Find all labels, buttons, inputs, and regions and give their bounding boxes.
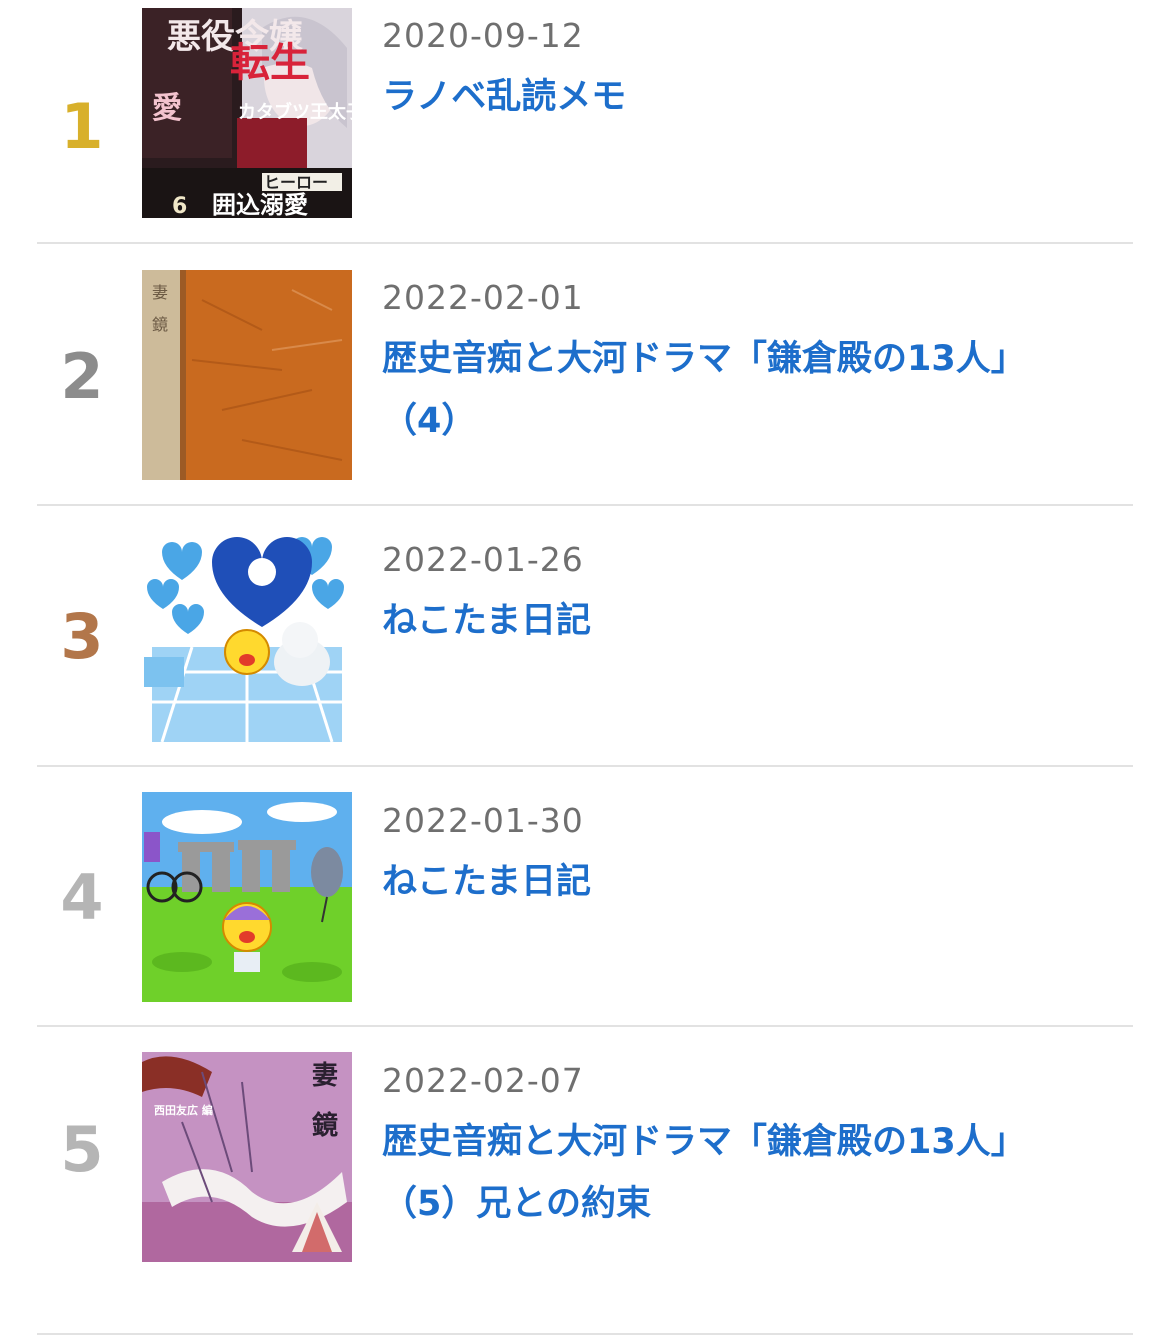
azuma-kagami-cover-thumbnail: 妻 鏡 西田友広 編 [142, 1052, 352, 1262]
svg-text:ヒーロー: ヒーロー [264, 173, 328, 192]
post-date: 2022-02-01 [382, 278, 584, 317]
svg-text:転生: 転生 [230, 40, 310, 86]
article-thumbnail[interactable]: 悪役令嬢 転生 カタブツ王太子 愛 ヒーロー 6 囲込溺愛 [142, 8, 352, 218]
title-line-1: ラノベ乱読メモ [382, 77, 627, 117]
ranking-item-1[interactable]: 1 悪役令嬢 転生 カタブツ王太子 愛 ヒーロー 6 囲込溺愛 2020-09-… [0, 0, 1167, 239]
rank-number: 5 [60, 1113, 104, 1186]
rank-number: 3 [60, 600, 104, 673]
svg-text:カタブツ王太子: カタブツ王太子 [238, 101, 352, 123]
ranking-item-2[interactable]: 2 妻 鏡 2022-02-01 歴史音痴と大河ドラマ「鎌倉殿の13人」 （4） [0, 244, 1167, 505]
svg-text:妻: 妻 [152, 283, 168, 302]
post-date: 2020-09-12 [382, 16, 584, 55]
svg-text:愛: 愛 [152, 91, 182, 126]
article-thumbnail[interactable] [142, 532, 352, 742]
title-line-2: （4） [382, 401, 477, 441]
article-title-link[interactable]: 歴史音痴と大河ドラマ「鎌倉殿の13人」 （5）兄との約束 [382, 1111, 1102, 1235]
svg-text:鏡: 鏡 [152, 315, 168, 334]
article-thumbnail[interactable] [142, 792, 352, 1002]
ranking-item-4[interactable]: 4 2022-01-30 ねこたま日記 [0, 767, 1167, 1028]
post-date: 2022-01-30 [382, 801, 584, 840]
title-line-1: ねこたま日記 [382, 601, 591, 641]
title-line-1: 歴史音痴と大河ドラマ「鎌倉殿の13人」 [382, 339, 1026, 379]
article-thumbnail[interactable]: 妻 鏡 [142, 270, 352, 480]
divider [37, 1333, 1133, 1335]
title-line-2: （5）兄との約束 [382, 1184, 652, 1224]
svg-text:囲込溺愛: 囲込溺愛 [212, 191, 308, 218]
svg-text:鏡: 鏡 [312, 1110, 338, 1141]
article-title-link[interactable]: ねこたま日記 [382, 851, 1102, 913]
article-title-link[interactable]: 歴史音痴と大河ドラマ「鎌倉殿の13人」 （4） [382, 328, 1102, 452]
rank-number: 1 [60, 90, 104, 163]
stonehenge-scene-thumbnail [142, 792, 352, 1002]
old-book-cover-thumbnail: 妻 鏡 [142, 270, 352, 480]
rank-number: 4 [60, 861, 104, 934]
title-line-1: ねこたま日記 [382, 862, 591, 902]
article-thumbnail[interactable]: 妻 鏡 西田友広 編 [142, 1052, 352, 1262]
hearts-tiger-scene-thumbnail [142, 532, 352, 742]
title-line-1: 歴史音痴と大河ドラマ「鎌倉殿の13人」 [382, 1122, 1026, 1162]
svg-text:西田友広 編: 西田友広 編 [154, 1103, 213, 1117]
post-date: 2022-01-26 [382, 540, 584, 579]
ranking-item-5[interactable]: 5 妻 鏡 西田友広 編 2022-02-07 歴史音痴と大河ドラマ「鎌倉殿の1… [0, 1027, 1167, 1288]
svg-text:妻: 妻 [312, 1061, 338, 1091]
post-date: 2022-02-07 [382, 1061, 584, 1100]
article-title-link[interactable]: ねこたま日記 [382, 590, 1102, 652]
ranking-item-3[interactable]: 3 2022-01-26 ねこたま日記 [0, 506, 1167, 767]
ranking-list: 1 悪役令嬢 転生 カタブツ王太子 愛 ヒーロー 6 囲込溺愛 2020-09-… [0, 0, 1167, 1336]
light-novel-cover-thumbnail: 悪役令嬢 転生 カタブツ王太子 愛 ヒーロー 6 囲込溺愛 [142, 8, 352, 218]
svg-text:6: 6 [172, 194, 187, 218]
rank-number: 2 [60, 340, 104, 413]
article-title-link[interactable]: ラノベ乱読メモ [382, 66, 1102, 128]
